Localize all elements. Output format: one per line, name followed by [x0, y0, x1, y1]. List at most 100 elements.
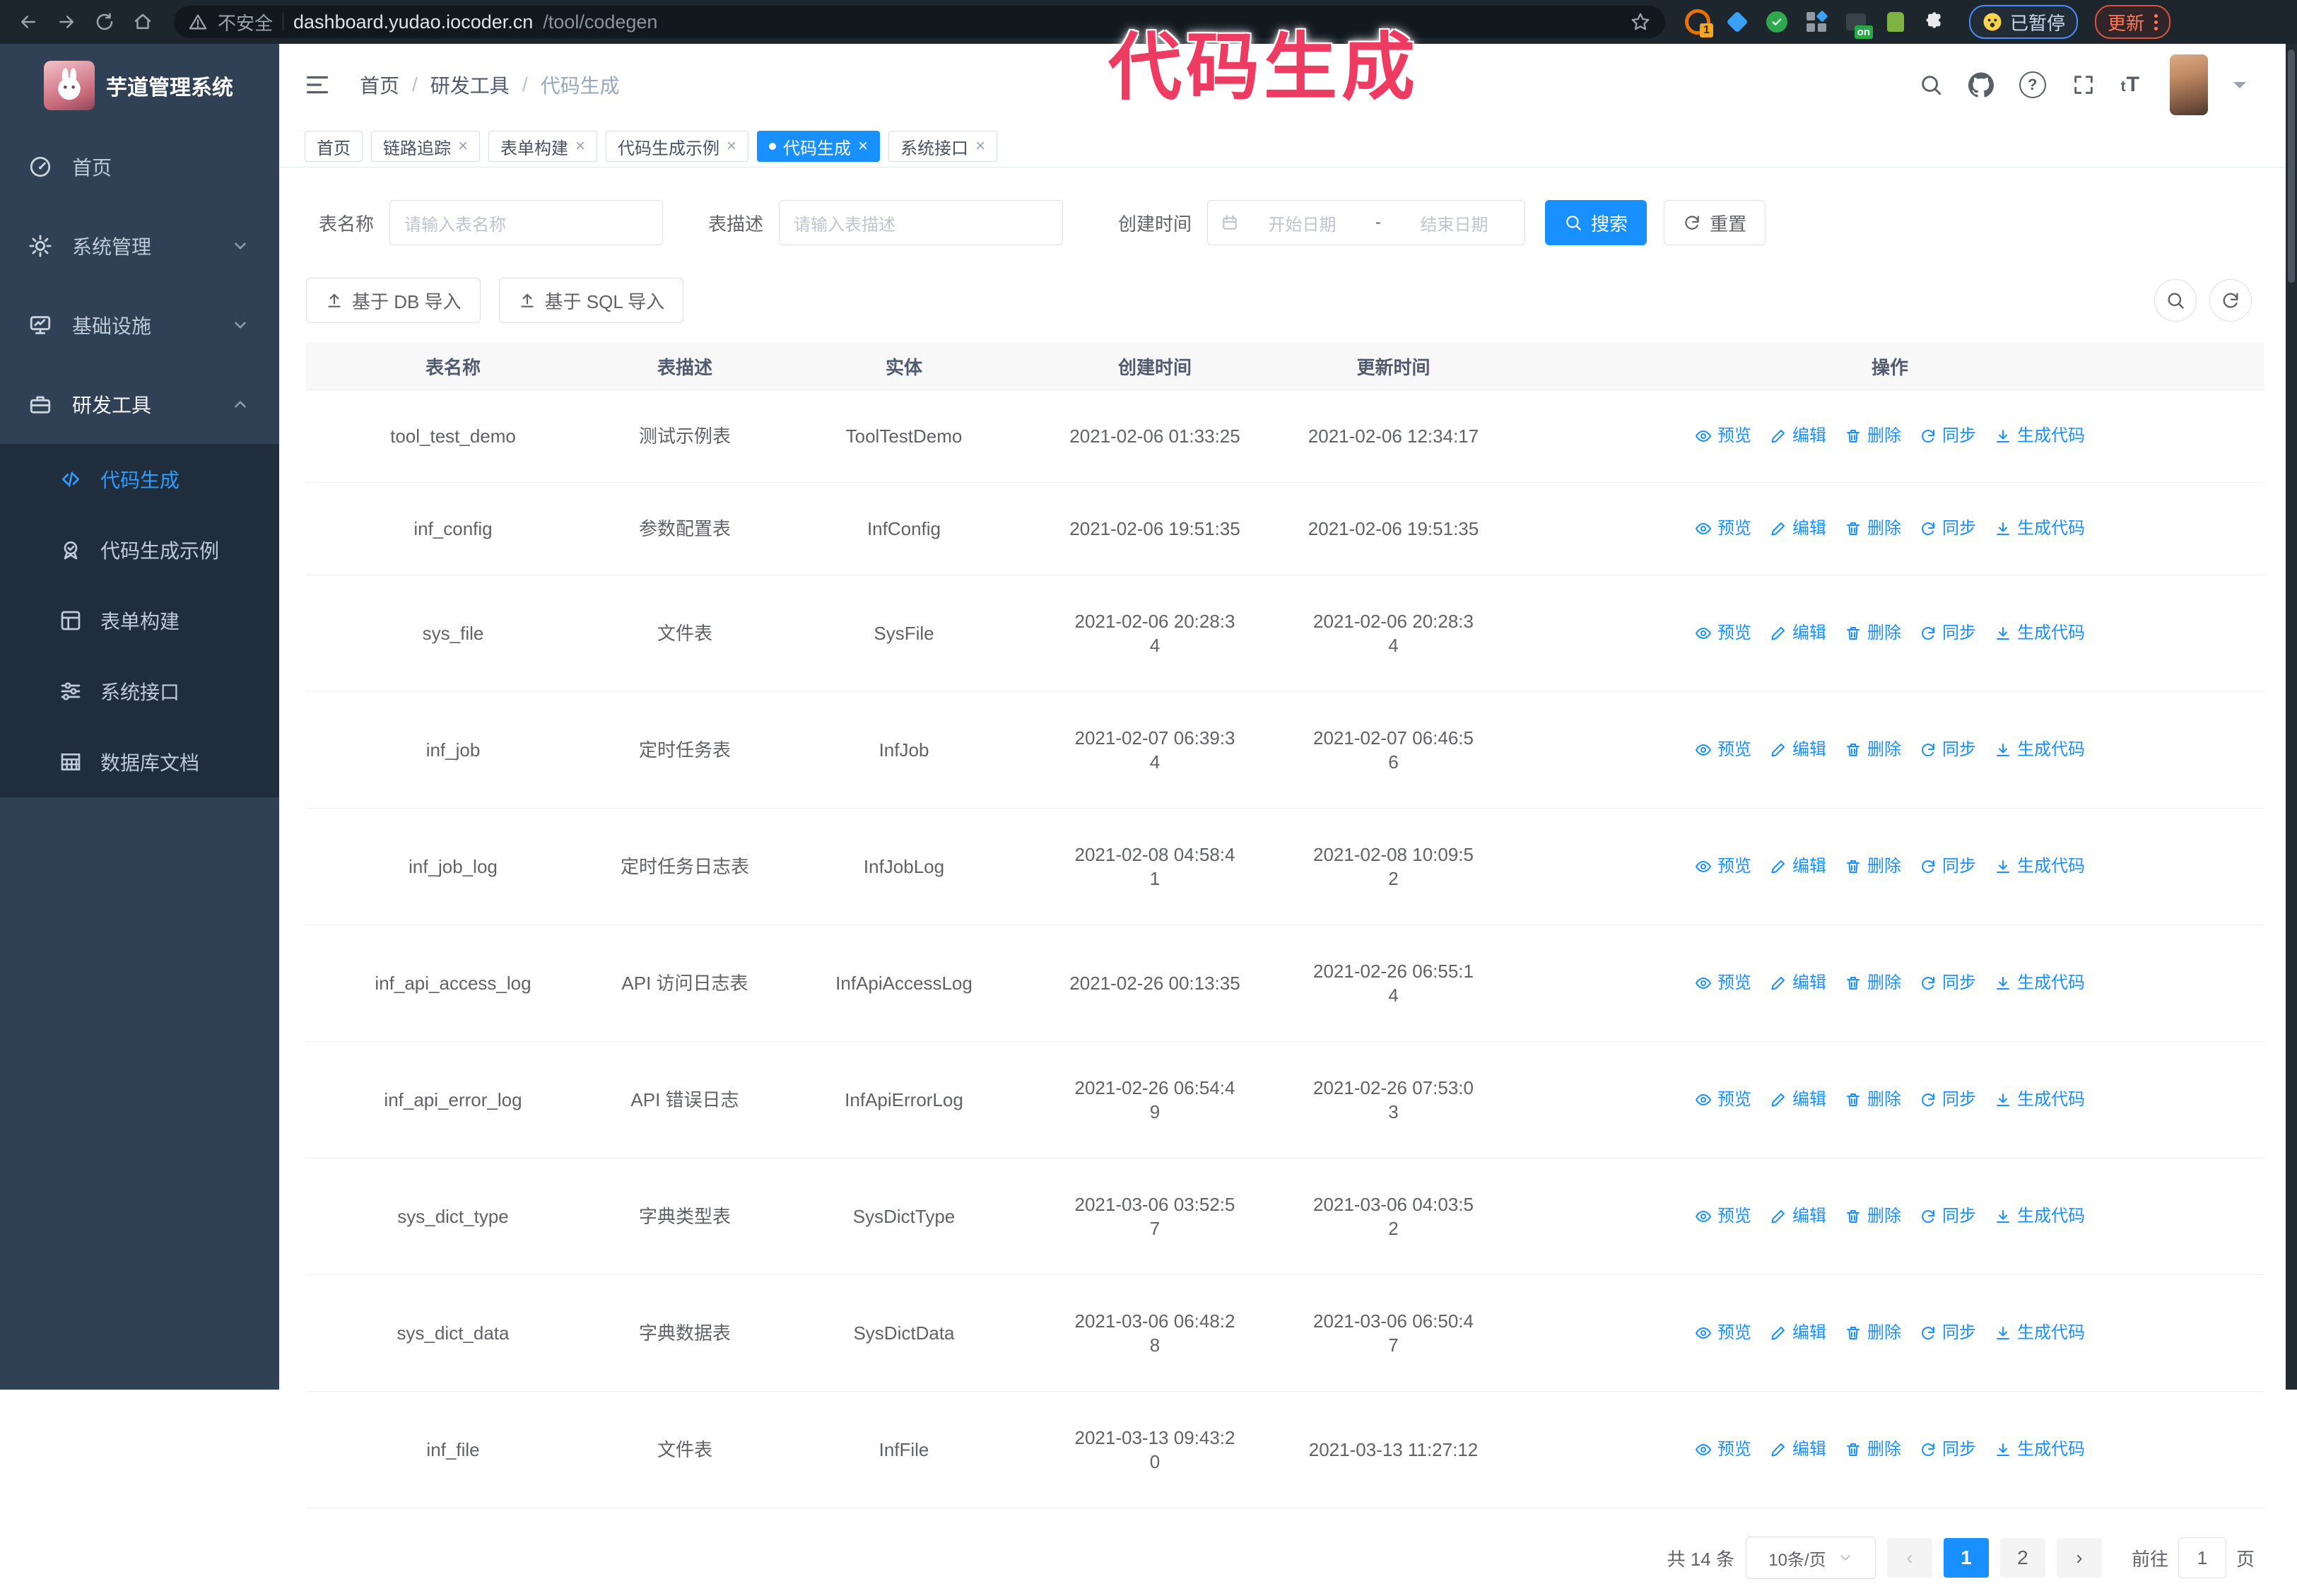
- generate-code-link[interactable]: 生成代码: [1995, 1088, 2085, 1112]
- search-icon[interactable]: [1919, 73, 1943, 97]
- sidebar-item-system-management[interactable]: 系统管理: [0, 206, 279, 286]
- preview-link[interactable]: 预览: [1695, 738, 1751, 762]
- edit-link[interactable]: 编辑: [1770, 1204, 1826, 1228]
- sync-link[interactable]: 同步: [1920, 1204, 1976, 1228]
- delete-link[interactable]: 删除: [1845, 1321, 1901, 1345]
- browser-reload-button[interactable]: [88, 5, 122, 39]
- preview-link[interactable]: 预览: [1695, 1438, 1751, 1462]
- import-db-button[interactable]: 基于 DB 导入: [306, 278, 481, 323]
- prev-page-button[interactable]: ‹: [1886, 1538, 1932, 1578]
- preview-link[interactable]: 预览: [1695, 971, 1751, 995]
- page-button-1[interactable]: 1: [1943, 1538, 1989, 1578]
- generate-code-link[interactable]: 生成代码: [1995, 855, 2085, 879]
- delete-link[interactable]: 删除: [1845, 971, 1901, 995]
- sync-link[interactable]: 同步: [1920, 1088, 1976, 1112]
- delete-link[interactable]: 删除: [1845, 621, 1901, 645]
- hamburger-icon[interactable]: [305, 72, 330, 98]
- breadcrumb-home[interactable]: 首页: [360, 71, 399, 99]
- table-desc-input[interactable]: 请输入表描述: [779, 200, 1064, 245]
- extension-icon[interactable]: 1: [1685, 9, 1713, 37]
- delete-link[interactable]: 删除: [1845, 424, 1901, 448]
- generate-code-link[interactable]: 生成代码: [1995, 621, 2085, 645]
- close-icon[interactable]: ×: [575, 138, 585, 155]
- bookmark-star-icon[interactable]: [1630, 11, 1651, 33]
- edit-link[interactable]: 编辑: [1770, 1438, 1826, 1462]
- edit-link[interactable]: 编辑: [1770, 1088, 1826, 1112]
- extension-icon[interactable]: [1764, 9, 1790, 35]
- paused-badge[interactable]: 已暂停: [1969, 5, 2079, 39]
- browser-forward-button[interactable]: [49, 5, 83, 39]
- extension-icon[interactable]: on: [1843, 9, 1873, 39]
- browser-home-button[interactable]: [126, 5, 160, 39]
- edit-link[interactable]: 编辑: [1770, 517, 1826, 541]
- tab-codegen-example[interactable]: 代码生成示例 ×: [606, 131, 749, 162]
- edit-link[interactable]: 编辑: [1770, 738, 1826, 762]
- edit-link[interactable]: 编辑: [1770, 424, 1826, 448]
- generate-code-link[interactable]: 生成代码: [1995, 1204, 2085, 1228]
- date-start-input[interactable]: 开始日期: [1245, 211, 1360, 235]
- generate-code-link[interactable]: 生成代码: [1995, 424, 2085, 448]
- scrollbar[interactable]: [2286, 44, 2297, 1390]
- preview-link[interactable]: 预览: [1695, 424, 1751, 448]
- sidebar-item-codegen-example[interactable]: 代码生成示例: [0, 515, 279, 585]
- extension-icon[interactable]: [1804, 9, 1829, 35]
- delete-link[interactable]: 删除: [1845, 1204, 1901, 1228]
- next-page-button[interactable]: ›: [2056, 1538, 2102, 1578]
- help-icon[interactable]: ?: [2019, 71, 2046, 98]
- preview-link[interactable]: 预览: [1695, 1204, 1751, 1228]
- sidebar-item-system-api[interactable]: 系统接口: [0, 656, 279, 727]
- generate-code-link[interactable]: 生成代码: [1995, 1321, 2085, 1345]
- tab-system-api[interactable]: 系统接口 ×: [888, 131, 998, 162]
- edit-link[interactable]: 编辑: [1770, 855, 1826, 879]
- preview-link[interactable]: 预览: [1695, 517, 1751, 541]
- sync-link[interactable]: 同步: [1920, 855, 1976, 879]
- reset-button[interactable]: 重置: [1664, 200, 1766, 245]
- sync-link[interactable]: 同步: [1920, 424, 1976, 448]
- page-button-2[interactable]: 2: [1999, 1538, 2045, 1578]
- delete-link[interactable]: 删除: [1845, 1088, 1901, 1112]
- extension-icon[interactable]: [1883, 9, 1908, 35]
- generate-code-link[interactable]: 生成代码: [1995, 517, 2085, 541]
- tab-trace[interactable]: 链路追踪 ×: [371, 131, 481, 162]
- sidebar-item-db-docs[interactable]: 数据库文档: [0, 727, 279, 797]
- sidebar-item-form-builder[interactable]: 表单构建: [0, 585, 279, 656]
- date-range-picker[interactable]: 开始日期 - 结束日期: [1207, 200, 1526, 245]
- delete-link[interactable]: 删除: [1845, 855, 1901, 879]
- tab-codegen[interactable]: 代码生成 ×: [757, 131, 881, 162]
- delete-link[interactable]: 删除: [1845, 1438, 1901, 1462]
- security-label[interactable]: 不安全: [218, 9, 273, 35]
- preview-link[interactable]: 预览: [1695, 1088, 1751, 1112]
- generate-code-link[interactable]: 生成代码: [1995, 971, 2085, 995]
- sync-link[interactable]: 同步: [1920, 517, 1976, 541]
- refresh-table-button[interactable]: [2209, 279, 2252, 322]
- sidebar-item-codegen[interactable]: 代码生成: [0, 444, 279, 515]
- extension-icon[interactable]: [1725, 9, 1750, 35]
- import-sql-button[interactable]: 基于 SQL 导入: [498, 278, 684, 323]
- sync-link[interactable]: 同步: [1920, 1438, 1976, 1462]
- table-name-input[interactable]: 请输入表名称: [389, 200, 664, 245]
- close-icon[interactable]: ×: [458, 138, 468, 155]
- date-end-input[interactable]: 结束日期: [1397, 211, 1512, 235]
- preview-link[interactable]: 预览: [1695, 621, 1751, 645]
- sidebar-item-home[interactable]: 首页: [0, 127, 279, 206]
- fullscreen-icon[interactable]: [2072, 73, 2096, 97]
- generate-code-link[interactable]: 生成代码: [1995, 738, 2085, 762]
- preview-link[interactable]: 预览: [1695, 1321, 1751, 1345]
- close-icon[interactable]: ×: [975, 138, 985, 155]
- extensions-puzzle-icon[interactable]: [1922, 9, 1948, 35]
- close-icon[interactable]: ×: [727, 138, 736, 155]
- sidebar-item-dev-tools[interactable]: 研发工具: [0, 365, 279, 444]
- edit-link[interactable]: 编辑: [1770, 1321, 1826, 1345]
- browser-back-button[interactable]: [11, 5, 45, 39]
- delete-link[interactable]: 删除: [1845, 738, 1901, 762]
- goto-page-input[interactable]: 1: [2178, 1537, 2226, 1578]
- browser-update-button[interactable]: 更新: [2095, 5, 2171, 39]
- delete-link[interactable]: 删除: [1845, 517, 1901, 541]
- edit-link[interactable]: 编辑: [1770, 971, 1826, 995]
- page-size-select[interactable]: 10条/页: [1745, 1537, 1876, 1579]
- sidebar-item-infrastructure[interactable]: 基础设施: [0, 286, 279, 365]
- scrollbar-thumb[interactable]: [2288, 49, 2295, 283]
- github-icon[interactable]: [1968, 72, 1994, 98]
- preview-link[interactable]: 预览: [1695, 855, 1751, 879]
- close-icon[interactable]: ×: [858, 138, 868, 155]
